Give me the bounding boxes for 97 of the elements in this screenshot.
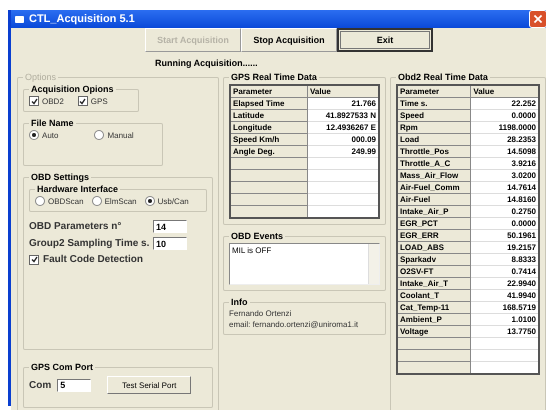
table-cell: Speed Km/h — [230, 134, 308, 146]
table-cell: 21.766 — [307, 98, 379, 110]
column-header: Parameter — [230, 85, 308, 98]
table-cell: Intake_Air_P — [397, 206, 471, 218]
group-title: OBD Events — [230, 231, 284, 241]
table-cell: Cat_Temp-11 — [397, 302, 471, 314]
checkbox-label: GPS — [90, 96, 108, 106]
checkbox[interactable] — [78, 96, 88, 106]
table-cell: Ambient_P — [397, 314, 471, 326]
checkbox[interactable] — [29, 254, 39, 264]
status-text: Running Acquisition...... — [155, 58, 259, 68]
table-cell: Air-Fuel — [397, 194, 471, 206]
info-text: Fernando Ortenzi — [229, 309, 292, 318]
table-cell: 14.7614 — [470, 182, 539, 194]
window-title: CTL_Acquisition 5.1 — [29, 13, 136, 25]
checkbox-label: OBD2 — [42, 96, 64, 106]
table-cell: Longitude — [230, 122, 308, 134]
group-title: Hardware Interface — [36, 184, 120, 194]
table-cell: Throttle_A_C — [397, 158, 471, 170]
group-title: Info — [230, 297, 248, 307]
events-list[interactable]: MIL is OFF — [229, 243, 380, 285]
input-field[interactable]: 14 — [153, 220, 187, 233]
table-cell: Latitude — [230, 110, 308, 122]
table-cell: 8.8333 — [470, 254, 539, 266]
group-title: GPS Com Port — [30, 362, 94, 372]
table-cell: 22.252 — [470, 98, 539, 110]
table-cell: 50.1961 — [470, 230, 539, 242]
info-text: email: fernando.ortenzi@uniroma1.it — [229, 320, 360, 329]
radio-label: Manual — [107, 130, 134, 140]
field-label: Com — [29, 380, 52, 390]
field-label: Group2 Sampling Time s. — [29, 238, 150, 249]
checkbox[interactable] — [29, 96, 39, 106]
group-title: GPS Real Time Data — [230, 72, 318, 82]
radio-button[interactable] — [94, 130, 104, 140]
group-title: OBD Settings — [30, 172, 90, 182]
table-cell: LOAD_ABS — [397, 242, 471, 254]
table-cell: Intake_Air_T — [397, 278, 471, 290]
table-cell: 249.99 — [307, 146, 379, 158]
app-icon — [15, 16, 24, 22]
group-title: File Name — [30, 118, 75, 128]
column-header: Parameter — [397, 85, 471, 98]
table-cell: Coolant_T — [397, 290, 471, 302]
group-title: Obd2 Real Time Data — [397, 72, 489, 82]
table-cell: 12.4936267 E — [307, 122, 379, 134]
table-cell: 41.8927533 N — [307, 110, 379, 122]
radio-button[interactable] — [92, 196, 102, 206]
table-cell: 14.8160 — [470, 194, 539, 206]
table-cell: 0.2750 — [470, 206, 539, 218]
table-cell: O2SV-FT — [397, 266, 471, 278]
radio-button[interactable] — [35, 196, 45, 206]
table-cell: Rpm — [397, 122, 471, 134]
table-cell: 168.5719 — [470, 302, 539, 314]
close-icon[interactable] — [529, 10, 546, 28]
table-cell: 1198.0000 — [470, 122, 539, 134]
table-cell: 14.5098 — [470, 146, 539, 158]
table-cell: Load — [397, 134, 471, 146]
radio-label: Usb/Can — [158, 196, 189, 206]
column-header: Value — [470, 85, 539, 98]
group-title: Options — [24, 72, 58, 82]
table-cell: 41.9940 — [470, 290, 539, 302]
radio-label: ElmScan — [104, 196, 137, 206]
radio-button[interactable] — [29, 130, 39, 140]
table-cell: Sparkadv — [397, 254, 471, 266]
table-cell: 1.0100 — [470, 314, 539, 326]
table-cell: Angle Deg. — [230, 146, 308, 158]
column-header: Value — [307, 85, 379, 98]
input-field[interactable]: 5 — [57, 378, 92, 392]
group-title: Acquisition Opions — [30, 84, 114, 94]
table-cell: Elapsed Time — [230, 98, 308, 110]
table-cell: EGR_ERR — [397, 230, 471, 242]
test-button[interactable]: Test Serial Port — [107, 376, 192, 394]
table-cell: 3.9216 — [470, 158, 539, 170]
table-cell: EGR_PCT — [397, 218, 471, 230]
table-cell: 19.2157 — [470, 242, 539, 254]
table-cell: 13.7750 — [470, 326, 539, 338]
table-cell: 0.0000 — [470, 218, 539, 230]
event-text: MIL is OFF — [232, 246, 272, 255]
table-cell: 28.2353 — [470, 134, 539, 146]
input-field[interactable]: 10 — [153, 237, 187, 250]
radio-button[interactable] — [144, 196, 155, 206]
table-cell: 22.9940 — [470, 278, 539, 290]
table-cell: Speed — [397, 110, 471, 122]
table-cell: 0.0000 — [470, 110, 539, 122]
table-cell: Throttle_Pos — [397, 146, 471, 158]
table-cell: 0.7414 — [470, 266, 539, 278]
radio-label: OBDScan — [48, 196, 84, 206]
table-cell: Time s. — [397, 98, 471, 110]
checkbox-label: Fault Code Detection — [43, 254, 144, 265]
table-cell: Voltage — [397, 326, 471, 338]
table-cell: Mass_Air_Flow — [397, 170, 471, 182]
table-cell: 000.09 — [307, 134, 379, 146]
table-cell: Air-Fuel_Comm — [397, 182, 471, 194]
radio-label: Auto — [42, 130, 58, 140]
table-cell: 3.0200 — [470, 170, 539, 182]
field-label: OBD Parameters n° — [29, 221, 122, 232]
toolbar-button[interactable]: Stop Acquisition — [241, 28, 337, 52]
toolbar-button[interactable]: Exit — [337, 28, 433, 52]
